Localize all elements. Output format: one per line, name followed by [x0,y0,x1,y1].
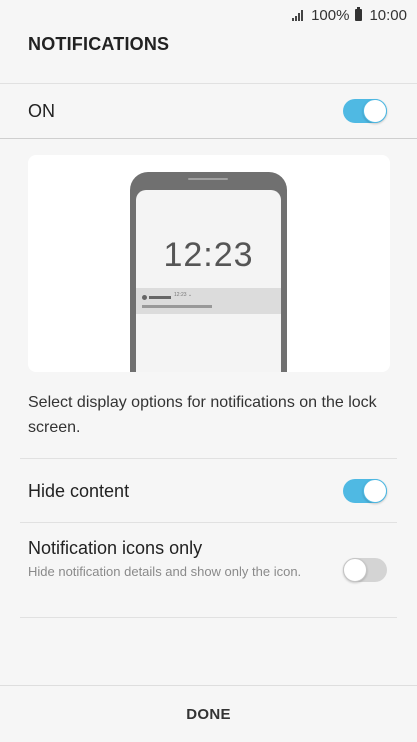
phone-illustration: 12:23 12:23 ⌄ [130,172,287,372]
switch-knob [343,558,367,582]
done-button[interactable]: DONE [186,706,231,723]
notification-icons-only-switch[interactable] [343,558,387,582]
description-text: Select display options for notifications… [28,394,377,436]
phone-speaker [188,178,228,180]
notification-content-line [142,305,212,308]
master-toggle-label: ON [28,100,55,121]
signal-icon [292,9,304,21]
battery-percent: 100% [311,6,350,24]
notification-app-name [149,296,171,299]
option-title: Notification icons only [28,538,203,558]
switch-knob [363,479,387,503]
battery-icon [355,7,363,21]
page-title: NOTIFICATIONS [28,34,170,54]
lock-screen-preview: 12:23 12:23 ⌄ [28,155,390,372]
preview-lock-time: 12:23 [163,236,254,274]
notification-time: 12:23 ⌄ [174,292,193,298]
clock: 10:00 [369,6,407,24]
hide-content-switch[interactable] [343,479,387,503]
divider [20,522,397,523]
preview-notification-card: 12:23 ⌄ [136,288,281,314]
option-title: Hide content [28,480,130,501]
option-hide-content[interactable]: Hide content [28,466,387,516]
option-text: Notification icons only Hide notificatio… [28,538,301,580]
bottom-bar: DONE [0,685,417,742]
option-notification-icons-only[interactable]: Notification icons only Hide notificatio… [28,538,387,608]
master-toggle-switch[interactable] [343,99,387,123]
option-subtitle: Hide notification details and show only … [28,564,302,579]
notification-app-icon [142,295,147,300]
phone-screen: 12:23 12:23 ⌄ [136,190,281,372]
divider [0,138,417,139]
divider [20,458,397,459]
divider [20,617,397,618]
status-bar: 100% 10:00 [0,0,417,30]
master-toggle-row[interactable]: ON [0,84,417,138]
switch-knob [363,99,387,123]
